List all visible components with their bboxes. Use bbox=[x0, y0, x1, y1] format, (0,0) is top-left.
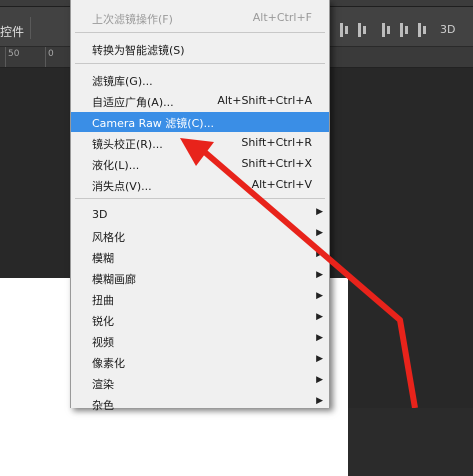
annotation-arrow bbox=[180, 138, 418, 408]
annotation-arrow-line bbox=[198, 145, 418, 408]
